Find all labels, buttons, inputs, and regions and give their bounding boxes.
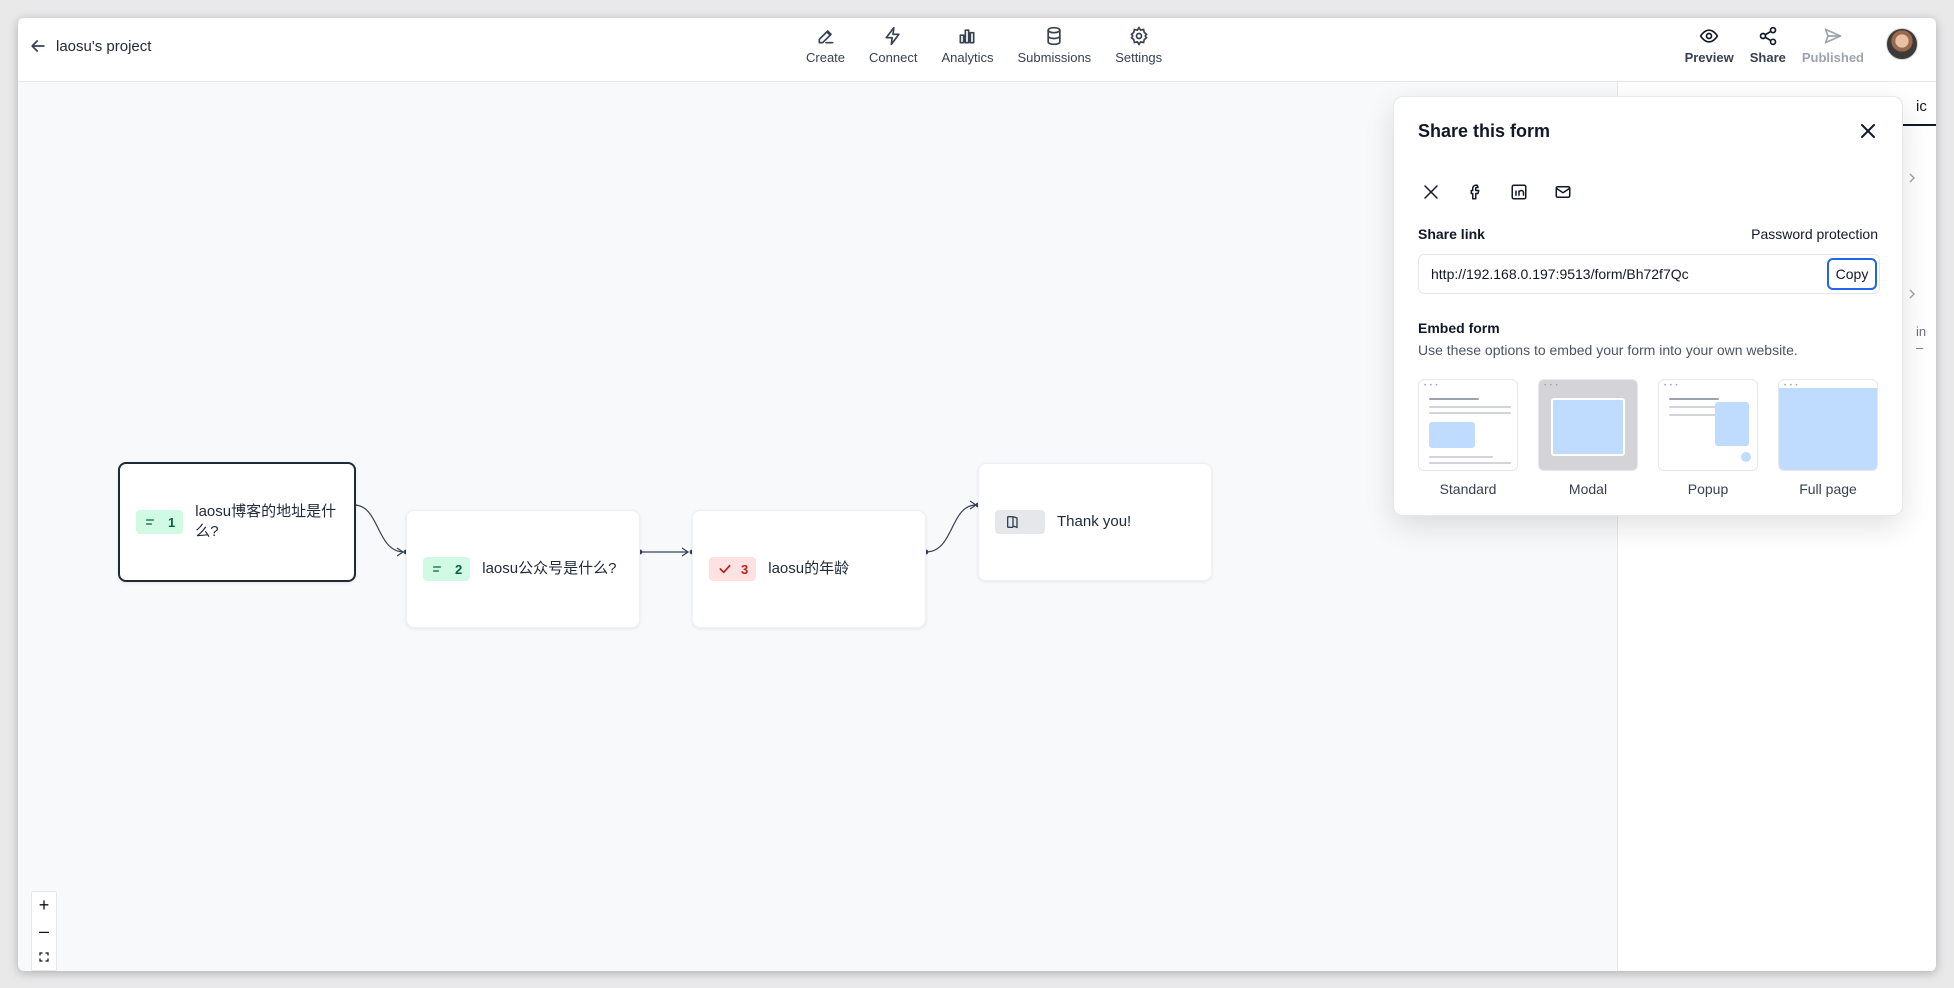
mail-icon bbox=[1555, 186, 1571, 198]
lightning-icon bbox=[885, 26, 900, 46]
fit-view-button[interactable] bbox=[32, 944, 56, 970]
send-icon bbox=[1824, 28, 1842, 44]
short-text-icon bbox=[433, 566, 441, 572]
copy-button[interactable]: Copy bbox=[1827, 258, 1877, 290]
arrow-left-icon bbox=[31, 40, 45, 52]
embed-options: • • • Standard • • • Modal • • • Popup •… bbox=[1418, 379, 1878, 497]
node-text: laosu的年龄 bbox=[768, 560, 850, 577]
nav-create-label: Create bbox=[806, 50, 846, 65]
nav-create[interactable]: Create bbox=[794, 26, 857, 74]
nav-connect-label: Connect bbox=[869, 50, 918, 65]
top-bar: laosu's project Create Connect Analytics… bbox=[18, 18, 1936, 82]
share-email-button[interactable] bbox=[1550, 179, 1576, 205]
embed-thumb-full-page: • • • bbox=[1778, 379, 1878, 471]
main-nav: Create Connect Analytics Submissions Set… bbox=[794, 26, 1174, 74]
nav-connect[interactable]: Connect bbox=[857, 26, 929, 74]
pencil-icon bbox=[818, 30, 834, 44]
node-index: 1 bbox=[168, 514, 176, 530]
preview-button[interactable]: Preview bbox=[1677, 26, 1742, 74]
share-facebook-button[interactable] bbox=[1462, 179, 1488, 205]
share-modal: Share this form Share link Password prot… bbox=[1393, 96, 1903, 516]
zoom-out-button[interactable]: – bbox=[32, 918, 56, 944]
node-text: laosu公众号是什么? bbox=[482, 560, 617, 577]
flow-node-ending[interactable]: Thank you! bbox=[978, 463, 1212, 581]
side-tab-label[interactable]: ic bbox=[1916, 98, 1927, 115]
embed-option-modal[interactable]: • • • Modal bbox=[1538, 379, 1638, 497]
nav-submissions[interactable]: Submissions bbox=[1005, 26, 1103, 74]
linkedin-icon bbox=[1511, 184, 1527, 200]
share-button[interactable]: Share bbox=[1742, 26, 1794, 74]
short-text-icon bbox=[146, 519, 154, 525]
preview-label: Preview bbox=[1684, 50, 1734, 65]
embed-option-standard[interactable]: • • • Standard bbox=[1418, 379, 1518, 497]
header-actions: Preview Share Published bbox=[1677, 26, 1918, 74]
flow-node-1[interactable]: 1 laosu博客的地址是什么? bbox=[118, 462, 356, 582]
flow-node-3[interactable]: 3 laosu的年龄 bbox=[692, 510, 926, 628]
side-text-fragment-dash: – bbox=[1916, 340, 1924, 355]
password-protection-link[interactable]: Password protection bbox=[1751, 226, 1878, 242]
embed-label-full-page: Full page bbox=[1799, 481, 1857, 497]
embed-thumb-modal: • • • bbox=[1538, 379, 1638, 471]
bar-chart-icon bbox=[959, 29, 975, 44]
share-linkedin-button[interactable] bbox=[1506, 179, 1532, 205]
app-window: laosu's project Create Connect Analytics… bbox=[18, 18, 1936, 971]
embed-form-description: Use these options to embed your form int… bbox=[1418, 342, 1798, 358]
embed-thumb-popup: • • • bbox=[1658, 379, 1758, 471]
embed-form-title: Embed form bbox=[1418, 320, 1500, 336]
flow-canvas[interactable]: 1 laosu博客的地址是什么? 2 laosu公众号是什么? 3 laosu的… bbox=[18, 83, 1617, 971]
modal-title: Share this form bbox=[1418, 121, 1551, 141]
side-text-fragment: in bbox=[1916, 324, 1927, 339]
gear-icon bbox=[1130, 26, 1148, 46]
embed-label-popup: Popup bbox=[1687, 481, 1729, 497]
share-label: Share bbox=[1749, 50, 1786, 65]
nav-settings[interactable]: Settings bbox=[1103, 26, 1174, 74]
node-text: Thank you! bbox=[1057, 513, 1132, 530]
nav-settings-label: Settings bbox=[1115, 50, 1163, 65]
eye-icon bbox=[1699, 29, 1719, 43]
fullscreen-icon bbox=[39, 952, 49, 962]
zoom-controls: + – bbox=[31, 891, 57, 971]
share-x-button[interactable] bbox=[1418, 179, 1444, 205]
chevron-right-icon[interactable] bbox=[1904, 170, 1920, 186]
share-icon bbox=[1759, 26, 1777, 46]
node-badge: 1 bbox=[136, 510, 184, 534]
node-index: 2 bbox=[455, 561, 463, 577]
share-link-label: Share link bbox=[1418, 226, 1485, 242]
zoom-in-button[interactable]: + bbox=[32, 892, 56, 918]
flow-node-2[interactable]: 2 laosu公众号是什么? bbox=[406, 510, 640, 628]
embed-option-full-page[interactable]: • • • Full page bbox=[1778, 379, 1878, 497]
published-button[interactable]: Published bbox=[1794, 26, 1872, 74]
avatar[interactable] bbox=[1886, 28, 1918, 60]
node-badge: 3 bbox=[709, 557, 757, 581]
nav-analytics[interactable]: Analytics bbox=[929, 26, 1005, 74]
social-share-row bbox=[1418, 179, 1576, 205]
node-badge: 2 bbox=[423, 557, 471, 581]
chevron-right-icon[interactable] bbox=[1904, 286, 1920, 302]
published-label: Published bbox=[1801, 50, 1864, 65]
back-button[interactable]: laosu's project bbox=[28, 36, 151, 56]
database-icon bbox=[1047, 26, 1061, 46]
project-title: laosu's project bbox=[56, 37, 152, 55]
nav-submissions-label: Submissions bbox=[1017, 50, 1092, 65]
embed-label-standard: Standard bbox=[1439, 481, 1497, 497]
node-badge bbox=[995, 510, 1045, 534]
x-icon bbox=[1424, 185, 1438, 199]
facebook-icon bbox=[1470, 184, 1480, 200]
ending-icon bbox=[1007, 516, 1018, 529]
check-icon bbox=[719, 564, 731, 574]
node-text: laosu博客的地址是什么? bbox=[195, 503, 337, 540]
close-icon[interactable] bbox=[1856, 119, 1880, 143]
embed-label-modal: Modal bbox=[1568, 481, 1608, 497]
node-index: 3 bbox=[741, 561, 749, 577]
share-link-input[interactable] bbox=[1418, 254, 1880, 294]
embed-option-popup[interactable]: • • • Popup bbox=[1658, 379, 1758, 497]
embed-thumb-standard: • • • bbox=[1418, 379, 1518, 471]
nav-analytics-label: Analytics bbox=[941, 50, 994, 65]
